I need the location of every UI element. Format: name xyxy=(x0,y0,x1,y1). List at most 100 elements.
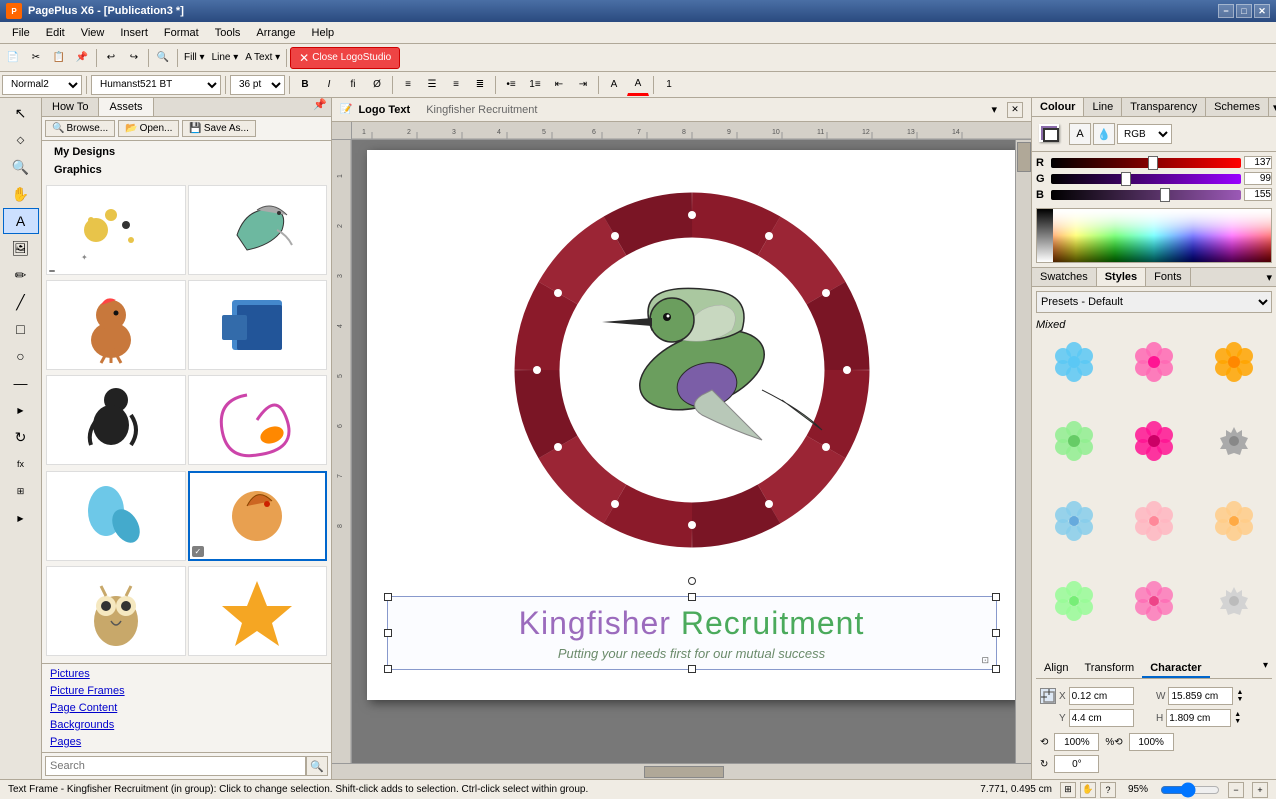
redo-button[interactable]: ↪ xyxy=(123,47,145,69)
text-tool active[interactable]: A xyxy=(3,208,39,234)
zoom-in-btn[interactable]: + xyxy=(1252,782,1268,798)
menu-format[interactable]: Format xyxy=(156,25,207,41)
style-item-5[interactable] xyxy=(1116,417,1192,467)
style-item-8[interactable] xyxy=(1116,497,1192,547)
asset-bird-dots[interactable]: ✦ xyxy=(46,185,186,275)
maximize-button[interactable]: □ xyxy=(1236,4,1252,18)
bold-button[interactable]: B xyxy=(294,74,316,96)
backgrounds-link[interactable]: Backgrounds xyxy=(46,717,327,733)
tab-align[interactable]: Align xyxy=(1036,660,1076,678)
effects-tool[interactable]: fx xyxy=(3,451,39,477)
expand-button[interactable]: ▶ xyxy=(3,397,39,423)
close-panel-button[interactable]: ✕ xyxy=(1007,102,1023,118)
zoom-tool[interactable]: 🔍 xyxy=(3,154,39,180)
styles-panel-options[interactable]: ▾ xyxy=(1262,271,1276,284)
logo-text-tab[interactable]: Logo Text xyxy=(358,104,410,116)
resize-icon[interactable]: ⊡ xyxy=(982,655,994,667)
w-spinner[interactable]: ▲ ▼ xyxy=(1236,689,1243,703)
bullet-list-button[interactable]: •≡ xyxy=(500,74,522,96)
status-btn-3[interactable]: ? xyxy=(1100,782,1116,798)
menu-file[interactable]: File xyxy=(4,25,38,41)
line-tool[interactable]: ╱ xyxy=(3,289,39,315)
red-slider[interactable] xyxy=(1051,158,1241,168)
font-size-dropdown[interactable]: 36 pt xyxy=(230,75,285,95)
font-style-dropdown[interactable]: Normal2 xyxy=(2,75,82,95)
align-left-button[interactable]: ≡ xyxy=(397,74,419,96)
open-button[interactable]: 📂 Open... xyxy=(118,120,179,137)
align-right-button[interactable]: ≡ xyxy=(445,74,467,96)
font-name-dropdown[interactable]: Humanst521 BT xyxy=(91,75,221,95)
tab-assets[interactable]: Assets xyxy=(99,98,153,116)
graphics-nav[interactable]: Graphics xyxy=(46,161,327,179)
expand2-button[interactable]: ▶ xyxy=(3,505,39,531)
menu-view[interactable]: View xyxy=(73,25,113,41)
pen-tool[interactable]: ✏ xyxy=(3,262,39,288)
table-tool[interactable]: ⊞ xyxy=(3,478,39,504)
asset-bird-selected[interactable]: ✓ xyxy=(188,471,328,561)
tab-transparency[interactable]: Transparency xyxy=(1122,98,1206,116)
w-input[interactable] xyxy=(1168,687,1233,705)
menu-edit[interactable]: Edit xyxy=(38,25,73,41)
text-button[interactable]: A Text ▾ xyxy=(242,47,283,69)
menu-insert[interactable]: Insert xyxy=(112,25,156,41)
tab-schemes[interactable]: Schemes xyxy=(1206,98,1269,116)
text-options-button[interactable]: A xyxy=(603,74,625,96)
text-color-button[interactable]: A xyxy=(627,74,649,96)
h-spinner[interactable]: ▲ ▼ xyxy=(1234,711,1241,725)
indent-button[interactable]: ⇥ xyxy=(572,74,594,96)
handle-bl[interactable] xyxy=(384,665,392,673)
scrollbar-horizontal[interactable] xyxy=(352,764,1015,779)
blue-slider[interactable] xyxy=(1051,190,1241,200)
picture-tool[interactable]: 🖼 xyxy=(3,235,39,261)
menu-arrange[interactable]: Arrange xyxy=(248,25,303,41)
shape-tool[interactable]: □ xyxy=(3,316,39,342)
atc-panel-options[interactable]: ▾ xyxy=(1259,660,1272,678)
panel-options-icon[interactable]: ▾ xyxy=(987,103,1001,116)
y-input[interactable] xyxy=(1069,709,1134,727)
style-item-3[interactable] xyxy=(1196,337,1272,387)
pan-tool[interactable]: ✋ xyxy=(3,181,39,207)
color-spectrum[interactable] xyxy=(1036,208,1272,263)
r-value[interactable] xyxy=(1244,156,1272,169)
pointer-tool[interactable]: ↖ xyxy=(3,100,39,126)
pages-link[interactable]: Pages xyxy=(46,734,327,750)
search-button[interactable]: 🔍 xyxy=(306,756,328,776)
scale-x-input[interactable] xyxy=(1054,733,1099,751)
ellipse-tool[interactable]: ○ xyxy=(3,343,39,369)
style-item-7[interactable] xyxy=(1036,497,1112,547)
browse-button[interactable]: 🔍 Browse... xyxy=(45,120,115,137)
color-mode-select[interactable]: RGB CMYK HSL xyxy=(1117,124,1172,144)
asset-rooster[interactable] xyxy=(46,280,186,370)
connector-tool[interactable]: — xyxy=(3,370,39,396)
style-item-12[interactable] xyxy=(1196,576,1272,626)
style-item-9[interactable] xyxy=(1196,497,1272,547)
status-btn-1[interactable]: ⊞ xyxy=(1060,782,1076,798)
justify-button[interactable]: ≣ xyxy=(469,74,491,96)
handle-bm[interactable] xyxy=(688,665,696,673)
zoom-out-btn[interactable]: − xyxy=(1228,782,1244,798)
tab-styles[interactable]: Styles xyxy=(1097,268,1146,286)
style-item-2[interactable] xyxy=(1116,337,1192,387)
handle-ml[interactable] xyxy=(384,629,392,637)
b-value[interactable] xyxy=(1244,188,1272,201)
style-item-6[interactable] xyxy=(1196,417,1272,467)
scrollbar-h-thumb[interactable] xyxy=(644,766,724,778)
zoom-button[interactable]: 🔍 xyxy=(152,47,174,69)
h-input[interactable] xyxy=(1166,709,1231,727)
preset-dropdown[interactable]: Presets - Default xyxy=(1036,291,1272,313)
asset-person-stick[interactable] xyxy=(46,375,186,465)
close-button[interactable]: ✕ xyxy=(1254,4,1270,18)
zoom-slider[interactable] xyxy=(1160,782,1220,798)
fill-button[interactable]: Fill ▾ xyxy=(181,47,208,69)
line-button[interactable]: Line ▾ xyxy=(209,47,242,69)
scale-y-input[interactable] xyxy=(1129,733,1174,751)
brightness-strip[interactable] xyxy=(1037,209,1053,262)
my-designs-nav[interactable]: My Designs xyxy=(46,143,327,161)
close-logostudio-button[interactable]: ✕Close LogoStudio xyxy=(290,47,400,69)
paste-button[interactable]: 📌 xyxy=(71,47,93,69)
tab-line[interactable]: Line xyxy=(1084,98,1122,116)
panel-options-btn[interactable]: ▾ xyxy=(1269,101,1276,114)
asset-swirl[interactable] xyxy=(188,375,328,465)
text-frame[interactable]: Kingfisher Recruitment Putting your need… xyxy=(387,596,997,670)
asset-owl[interactable] xyxy=(46,566,186,656)
